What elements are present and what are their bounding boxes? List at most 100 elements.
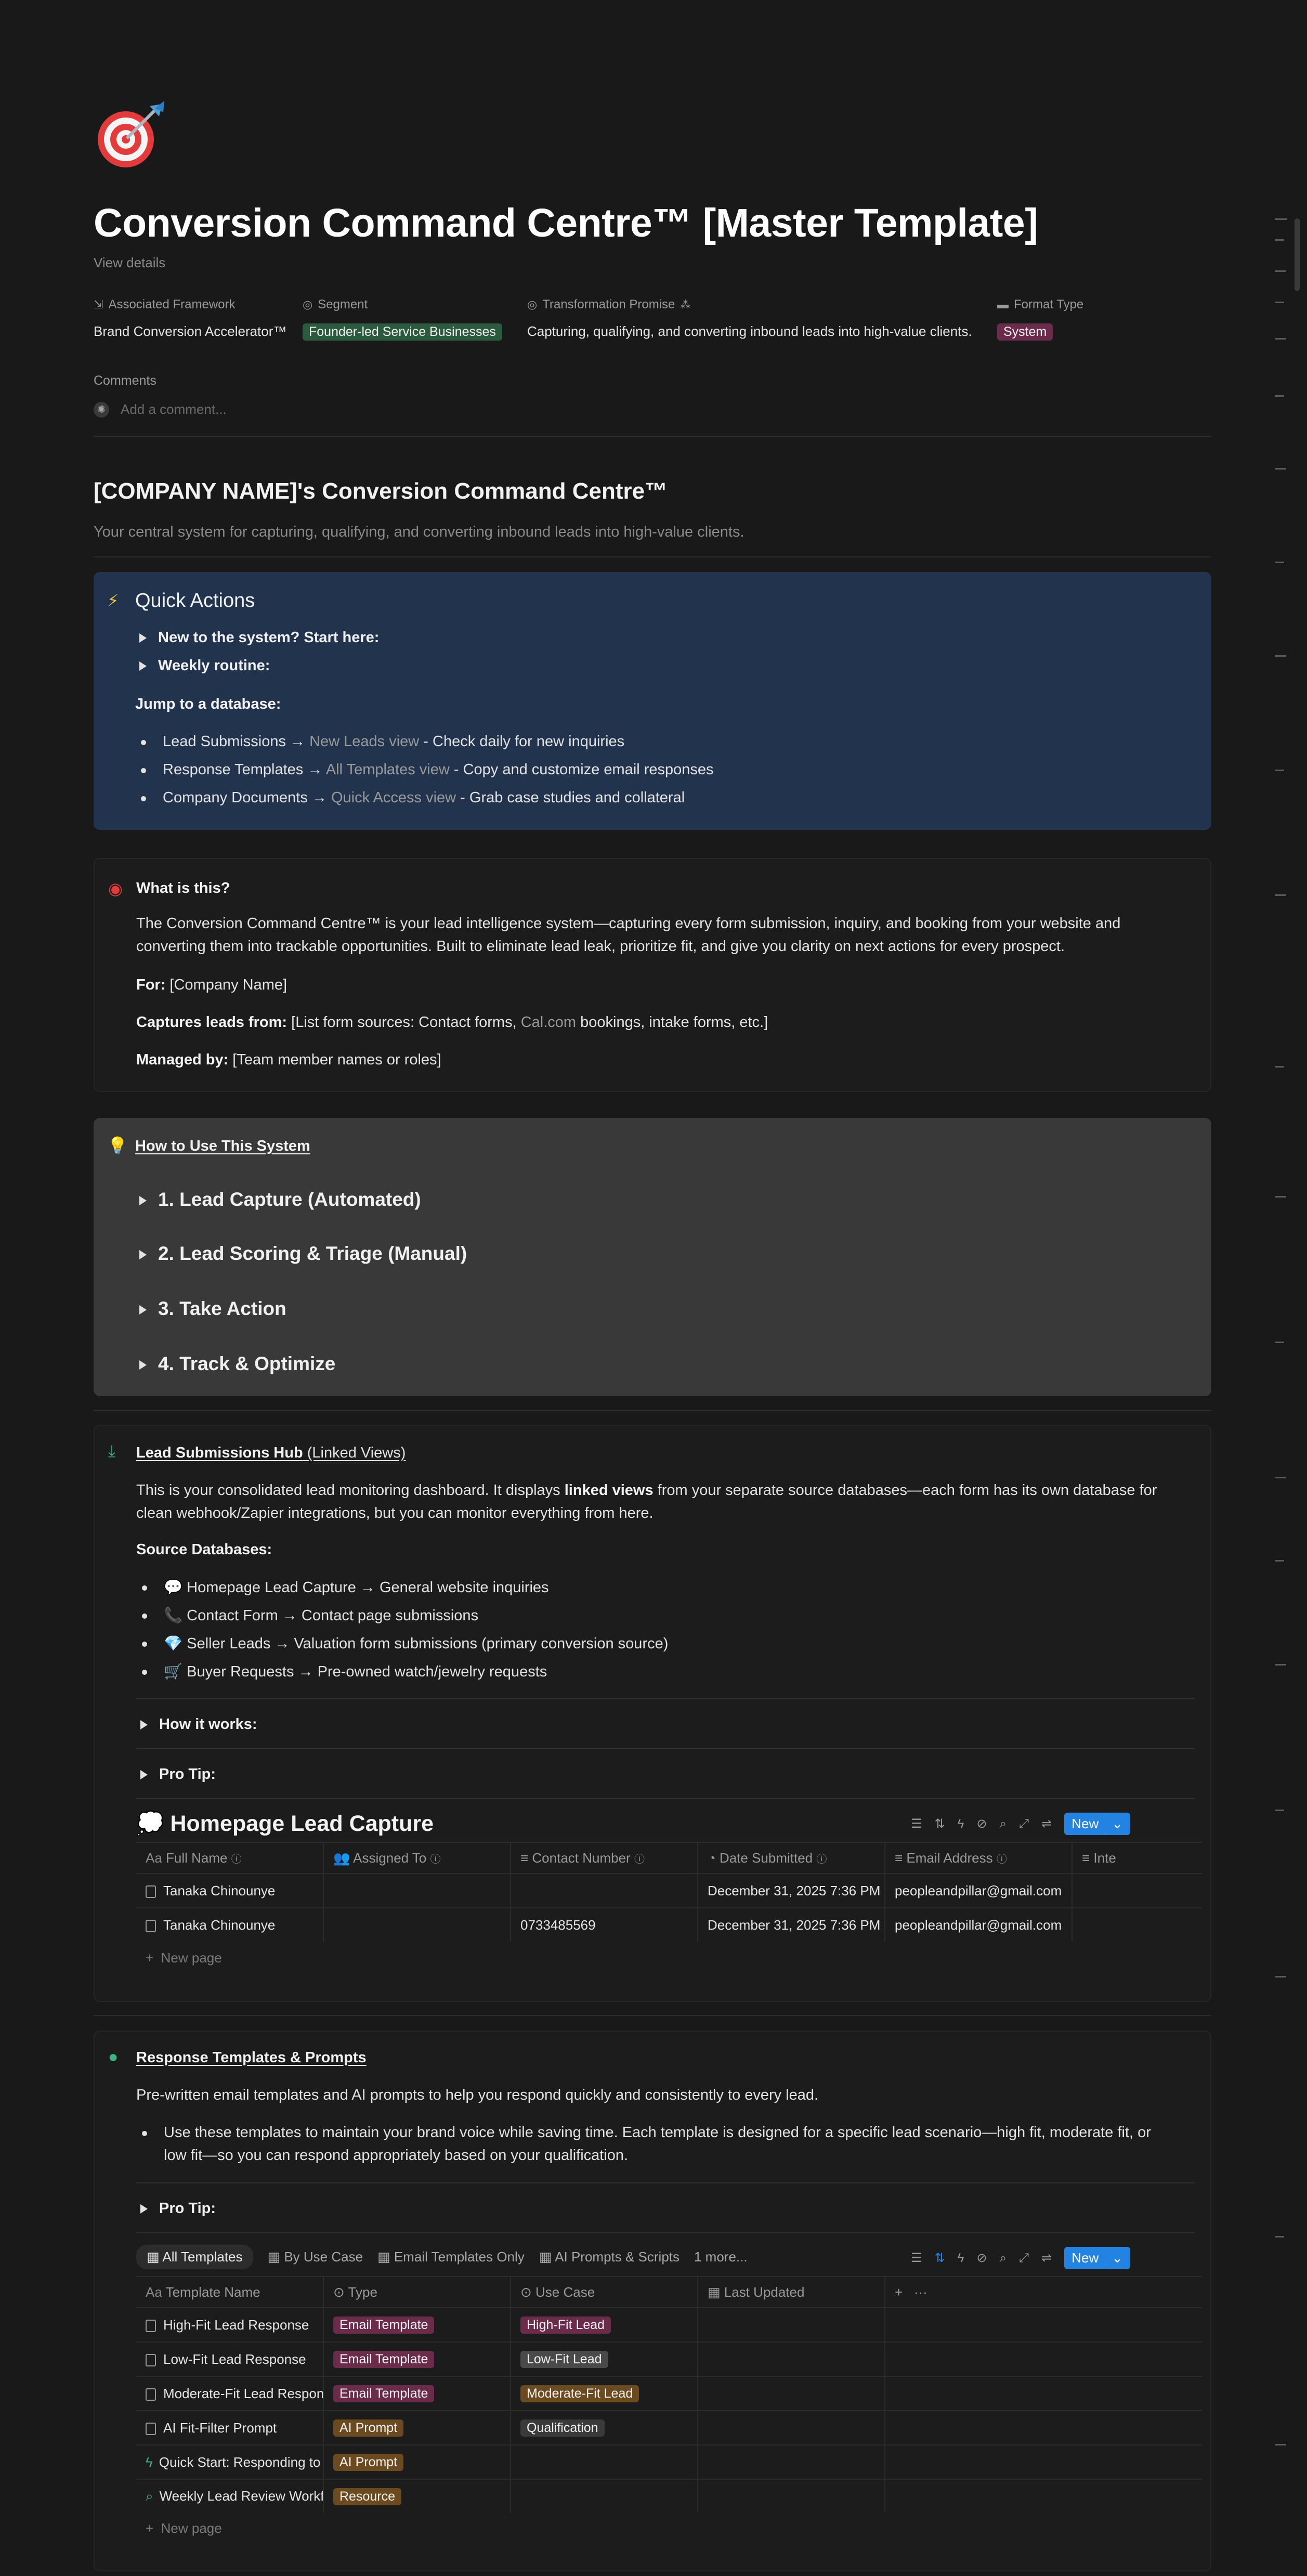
sources-label: Source Databases: [136,1541,272,1558]
toggle-step-1[interactable]: 1. Lead Capture (Automated) [139,1189,421,1211]
tab-by-use-case[interactable]: ▦ By Use Case [268,2249,363,2265]
scrollbar[interactable] [1295,0,1300,2576]
prop-segment[interactable]: ◎ Segment Founder-led Service Businesses [303,297,502,341]
outline-marker[interactable] [1275,218,1287,220]
section-subtitle: Your central system for capturing, quali… [94,524,744,540]
column-header[interactable]: ≡ Email Address ⓘ [885,1842,1073,1874]
database-title[interactable]: 💭 Homepage Lead Capture [136,1811,434,1837]
table-row[interactable]: Moderate-Fit Lead Response Email Templat… [136,2376,1202,2411]
toggle-step-2[interactable]: 2. Lead Scoring & Triage (Manual) [139,1243,467,1265]
add-column[interactable]: + ··· [885,2276,1202,2308]
table-row[interactable]: Low-Fit Lead Response Email Template Low… [136,2341,1202,2376]
prop-format[interactable]: ▬ Format Type System [997,297,1083,341]
outline-marker[interactable] [1275,1810,1284,1811]
column-header[interactable]: Aa Full Name ⓘ [136,1842,324,1874]
outline-marker[interactable] [1275,655,1286,657]
expand-icon[interactable]: ⤢ [1019,2251,1029,2266]
tab-more[interactable]: 1 more... [694,2249,748,2265]
automation-icon[interactable]: ϟ [958,1817,964,1831]
outline-marker[interactable] [1275,1664,1286,1666]
filter-icon[interactable]: ☰ [911,2250,922,2266]
cal-link[interactable]: Cal.com [521,1014,576,1031]
new-leads-link[interactable]: New Leads view [309,733,419,750]
view-details-link[interactable]: View details [94,255,165,271]
search-icon[interactable]: ⌕ [999,1817,1006,1831]
segment-tag[interactable]: Founder-led Service Businesses [303,323,502,341]
table-row[interactable]: AI Fit-Filter Prompt AI Prompt Qualifica… [136,2410,1202,2445]
column-header[interactable]: ◔ Date Submitted ⓘ [698,1842,885,1874]
tab-all-templates[interactable]: ▦ All Templates [136,2245,253,2269]
column-header[interactable]: ⊙ Type [323,2276,511,2308]
automation-icon[interactable]: ϟ [958,2251,964,2266]
prop-promise[interactable]: ◎ Transformation Promise ⁂ Capturing, qual… [527,297,972,340]
new-page-button[interactable]: + New page [146,1950,222,1966]
list-item: 💬 Homepage Lead Capture → General websit… [142,1579,549,1596]
format-tag[interactable]: System [997,323,1053,341]
hide-icon[interactable]: ⊘ [976,2250,987,2266]
table-row[interactable]: Tanaka Chinounye 0733485569 December 31,… [136,1907,1202,1942]
tab-ai-prompts[interactable]: ▦ AI Prompts & Scripts [539,2249,679,2265]
settings-icon[interactable]: ⇌ [1041,1816,1052,1831]
column-header[interactable]: ≡ Inte [1072,1842,1202,1874]
page-title[interactable]: Conversion Command Centre™ [Master Templ… [94,200,1038,246]
outline-marker[interactable] [1275,270,1286,272]
framework-value[interactable]: Brand Conversion Accelerator™ [94,323,286,340]
sort-icon[interactable]: ⇅ [935,2250,945,2266]
sort-icon[interactable]: ⇅ [935,1816,945,1831]
outline-marker[interactable] [1275,302,1284,303]
outline-marker[interactable] [1275,468,1286,470]
table-row[interactable]: ⌕Weekly Lead Review Workflow Resource [136,2479,1202,2513]
toggle-step-3[interactable]: 3. Take Action [139,1298,286,1320]
outline-marker[interactable] [1275,1976,1286,1977]
how-to-title[interactable]: How to Use This System [135,1138,310,1155]
outline-marker[interactable] [1275,2236,1284,2237]
triangle-right-icon [139,1250,147,1260]
settings-icon[interactable]: ⇌ [1041,2250,1052,2266]
column-header[interactable]: Aa Template Name [136,2276,324,2308]
column-header[interactable]: 👥 Assigned To ⓘ [323,1842,511,1874]
outline-marker[interactable] [1275,1066,1284,1068]
table-row[interactable]: High-Fit Lead Response Email Template Hi… [136,2307,1202,2342]
toggle-pro-tip[interactable]: Pro Tip: [140,2200,216,2217]
templates-title[interactable]: Response Templates & Prompts [136,2049,367,2066]
tab-email-templates[interactable]: ▦ Email Templates Only [377,2249,525,2265]
divider [136,2232,1195,2233]
outline-marker[interactable] [1275,338,1286,340]
outline-marker[interactable] [1275,395,1284,397]
outline-marker[interactable] [1275,1196,1286,1198]
column-header[interactable]: ⊙ Use Case [511,2276,698,2308]
new-page-button[interactable]: + New page [146,2520,222,2536]
outline-marker[interactable] [1275,1477,1286,1478]
expand-icon[interactable]: ⤢ [1019,1817,1029,1831]
outline-marker[interactable] [1275,239,1284,241]
paragraph: clean webhook/Zapier integrations, but y… [136,1505,654,1521]
outline-marker[interactable] [1275,1342,1284,1343]
outline-marker[interactable] [1275,770,1284,771]
outline-marker[interactable] [1275,562,1284,563]
toggle-start-here[interactable]: New to the system? Start here: [139,629,379,646]
toggle-how-it-works[interactable]: How it works: [140,1716,257,1733]
target-dart-icon[interactable] [94,99,166,172]
promise-value[interactable]: Capturing, qualifying, and converting in… [527,323,972,340]
toggle-weekly-routine[interactable]: Weekly routine: [139,657,270,674]
new-button[interactable]: New ⌄ [1064,2247,1131,2269]
outline-marker[interactable] [1275,894,1286,896]
prop-framework[interactable]: ⇲ Associated Framework Brand Conversion A… [94,297,286,340]
comment-input[interactable]: ✺ Add a comment... [94,401,227,418]
outline-marker[interactable] [1275,1560,1284,1562]
outline-marker[interactable] [1275,2444,1286,2445]
column-header[interactable]: ▦ Last Updated [698,2276,885,2308]
lead-hub-callout: ⤓ Lead Submissions Hub (Linked Views) Th… [94,1425,1211,2002]
new-button[interactable]: New ⌄ [1064,1813,1131,1835]
quick-access-link[interactable]: Quick Access view [331,789,456,806]
column-header[interactable]: ≡ Contact Number ⓘ [511,1842,698,1874]
table-row[interactable]: ϟQuick Start: Responding to Your F... AI… [136,2444,1202,2479]
lead-hub-title[interactable]: Lead Submissions Hub (Linked Views) [136,1445,406,1462]
filter-icon[interactable]: ☰ [911,1816,922,1831]
all-templates-link[interactable]: All Templates view [326,761,450,778]
hide-icon[interactable]: ⊘ [976,1816,987,1831]
toggle-step-4[interactable]: 4. Track & Optimize [139,1353,335,1375]
toggle-pro-tip[interactable]: Pro Tip: [140,1766,216,1783]
search-icon[interactable]: ⌕ [999,2251,1006,2266]
table-row[interactable]: Tanaka Chinounye December 31, 2025 7:36 … [136,1873,1202,1908]
